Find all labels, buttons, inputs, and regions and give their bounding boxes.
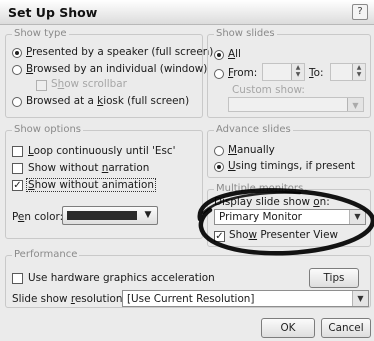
set-up-show-dialog: Set Up Show ? Show type Presented by a s… xyxy=(0,0,374,341)
hand-drawn-highlight-ellipse xyxy=(197,188,374,256)
